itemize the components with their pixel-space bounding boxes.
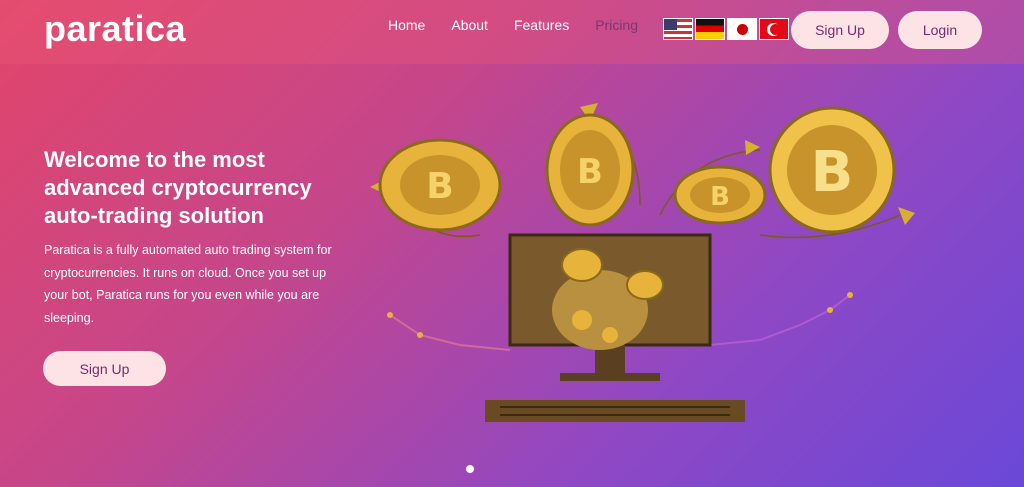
language-selector (663, 18, 791, 40)
turkey-flag-icon[interactable] (759, 18, 789, 40)
paratica-logo[interactable]: paratica (44, 8, 186, 50)
germany-flag-icon[interactable] (695, 18, 725, 40)
hero-signup-button[interactable]: Sign Up (43, 351, 166, 386)
main-nav: Home About Features Pricing (388, 17, 664, 33)
svg-text:B: B (811, 140, 854, 205)
nav-features[interactable]: Features (514, 17, 569, 33)
svg-text:B: B (710, 182, 730, 212)
nav-about[interactable]: About (451, 17, 488, 33)
us-flag-icon[interactable] (663, 18, 693, 40)
svg-text:B: B (426, 166, 453, 207)
nav-pricing[interactable]: Pricing (595, 17, 638, 33)
crypto-trading-illustration: B B B B (370, 103, 915, 422)
carousel-dots (466, 465, 480, 473)
nav-home[interactable]: Home (388, 17, 425, 33)
hero-title: Welcome to the most advanced cryptocurre… (44, 147, 312, 228)
carousel-dot[interactable] (466, 465, 474, 473)
hero-description: Paratica is a fully automated auto tradi… (44, 243, 332, 325)
japan-flag-icon[interactable] (727, 18, 757, 40)
svg-text:B: B (577, 152, 603, 192)
header-signup-button[interactable]: Sign Up (791, 11, 889, 49)
login-button[interactable]: Login (898, 11, 982, 49)
